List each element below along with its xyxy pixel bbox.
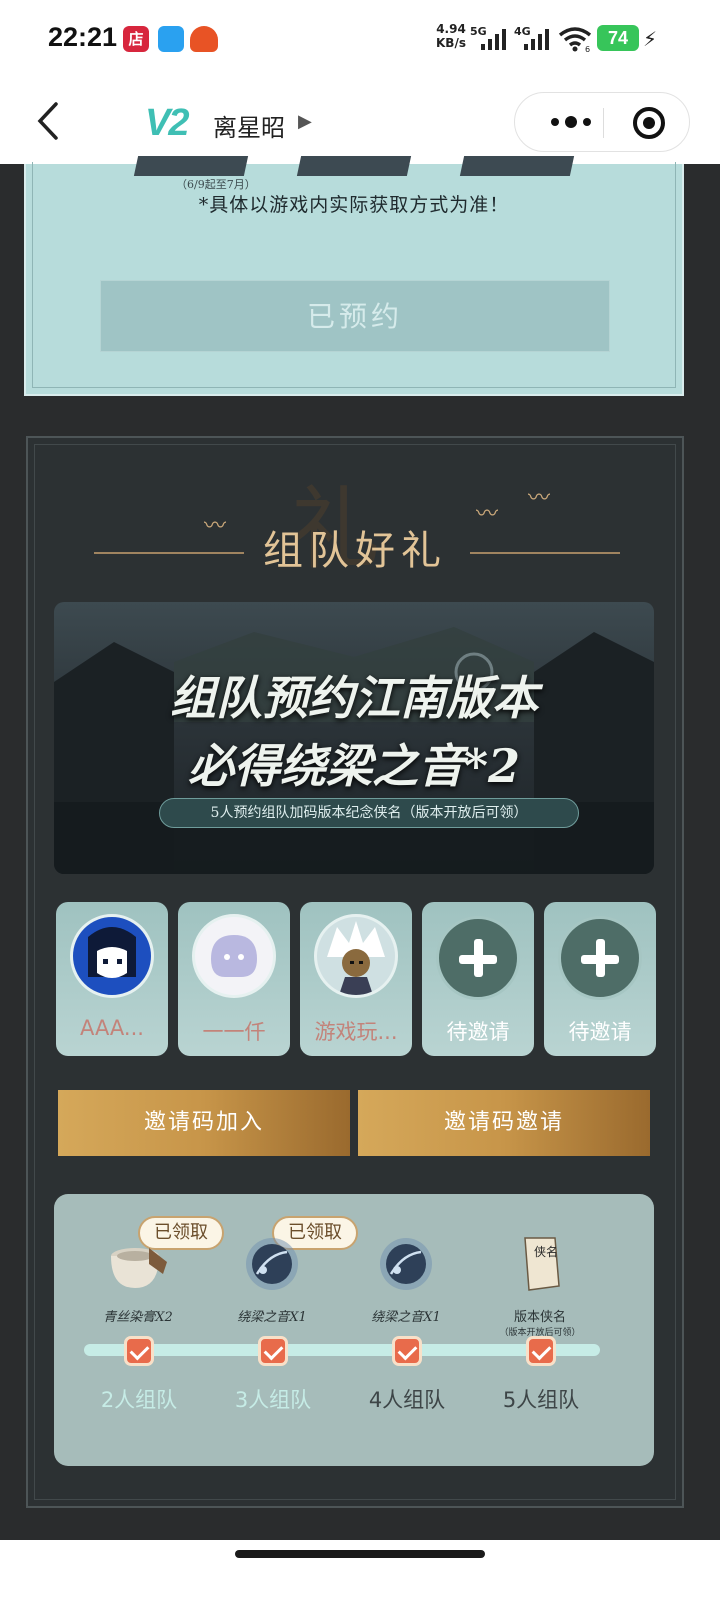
team-member-slot[interactable]: AAA...	[56, 902, 168, 1056]
banner-caption: 5人预约组队加码版本纪念侠名（版本开放后可领）	[159, 798, 579, 828]
game-app-icon	[190, 26, 218, 52]
checkmark-icon	[526, 1336, 556, 1366]
plus-icon	[436, 916, 520, 1000]
section-title: 组队好礼	[263, 528, 447, 574]
banner-subheadline: 必得绕梁之音*2	[187, 739, 521, 793]
reward-item[interactable]: 绕梁之音X1	[202, 1234, 342, 1325]
sim2-signal-icon	[524, 28, 549, 50]
mini-program-nav-bar: V2 离星昭 ▶	[0, 80, 720, 164]
reservation-panel: （6/9起至7月） *具体以游戏内实际获取方式为准！ 已预约	[24, 156, 684, 396]
tier-label: 3人组队	[234, 1388, 312, 1412]
title-expand-icon[interactable]: ▶	[298, 111, 312, 132]
shop-app-icon: 店	[123, 26, 149, 52]
team-reward-progress: 已领取 已领取 青丝染膏X2 绕梁之音X1 绕梁之音X1 侠名 版本侠名 （版本…	[54, 1194, 654, 1466]
pending-invite-label: 待邀请	[446, 1020, 510, 1044]
music-charm-icon	[380, 1238, 432, 1290]
member-name: 一一仟	[202, 1020, 266, 1044]
reward-label: 绕梁之音X1	[371, 1310, 441, 1325]
member-name: AAA...	[80, 1016, 144, 1040]
team-promo-banner: 组队预约江南版本 必得绕梁之音*2 5人预约组队加码版本纪念侠名（版本开放后可领…	[54, 602, 654, 874]
plus-icon	[558, 916, 642, 1000]
team-members-row: AAA... 一一仟 游戏玩... 待邀请 待邀请	[56, 902, 656, 1056]
reward-label: 青丝染膏X2	[103, 1310, 173, 1325]
mini-program-capsule	[514, 92, 690, 152]
name-scroll-icon: 侠名	[524, 1237, 560, 1291]
network-speed: 4.94 KB/s	[436, 22, 466, 50]
page-title[interactable]: 离星昭	[213, 108, 285, 143]
pending-invite-label: 待邀请	[568, 1020, 632, 1044]
gesture-navigation-bar	[0, 1540, 720, 1600]
team-member-slot[interactable]: 一一仟	[178, 902, 290, 1056]
more-options-icon[interactable]	[539, 107, 603, 137]
avatar	[314, 914, 398, 998]
reward-item[interactable]: 侠名 版本侠名 （版本开放后可领）	[470, 1234, 610, 1338]
tier-label: 4人组队	[368, 1388, 446, 1412]
music-charm-icon	[246, 1238, 298, 1290]
invite-slot[interactable]: 待邀请	[422, 902, 534, 1056]
checkmark-icon	[124, 1336, 154, 1366]
v2-logo: V2	[145, 102, 190, 144]
reward-label: 版本侠名	[513, 1310, 566, 1325]
join-by-code-button[interactable]: 邀请码加入	[58, 1090, 350, 1156]
reward-item[interactable]: 绕梁之音X1	[336, 1234, 476, 1325]
dye-jar-icon	[111, 1248, 167, 1288]
team-gift-panel: 礼 〰 〰 〰 组队好礼 组队预约江南版本 必得绕梁之音*2 5人预约组队加码版…	[26, 436, 684, 1508]
swallow-decoration-icon: 〰	[528, 486, 551, 511]
close-mini-program-icon[interactable]	[633, 107, 665, 139]
reward-tabs-cropped	[133, 156, 575, 178]
checkmark-icon	[258, 1336, 288, 1366]
svg-text:侠名: 侠名	[534, 1244, 558, 1259]
team-member-slot[interactable]: 游戏玩...	[300, 902, 412, 1056]
tier-label: 2人组队	[100, 1388, 178, 1412]
back-arrow-icon[interactable]	[30, 98, 70, 144]
progress-track	[84, 1344, 600, 1356]
capsule-divider	[603, 108, 604, 138]
banner-headline: 组队预约江南版本	[170, 671, 538, 725]
avatar	[70, 914, 154, 998]
invite-slot[interactable]: 待邀请	[544, 902, 656, 1056]
charging-icon: ⚡	[643, 27, 658, 51]
reserved-button[interactable]: 已预约	[100, 280, 610, 352]
home-indicator[interactable]	[235, 1550, 485, 1558]
svg-text:6: 6	[585, 45, 590, 52]
sim1-signal-icon	[481, 28, 506, 50]
battery-indicator: 74	[597, 25, 639, 51]
avatar	[192, 914, 276, 998]
tier-label: 5人组队	[502, 1388, 580, 1412]
checkmark-icon	[392, 1336, 422, 1366]
reward-item[interactable]: 青丝染膏X2	[68, 1234, 208, 1325]
member-name: 游戏玩...	[314, 1020, 398, 1044]
qq-app-icon	[158, 26, 184, 52]
invite-by-code-button[interactable]: 邀请码邀请	[358, 1090, 650, 1156]
acquisition-disclaimer: *具体以游戏内实际获取方式为准！	[198, 194, 510, 216]
wifi-icon: 6	[558, 27, 592, 52]
status-bar: 22:21 店 4.94 KB/s 5G 4G 6 74 ⚡	[0, 0, 720, 80]
clock: 22:21	[48, 22, 118, 52]
reward-label: 绕梁之音X1	[237, 1310, 307, 1325]
